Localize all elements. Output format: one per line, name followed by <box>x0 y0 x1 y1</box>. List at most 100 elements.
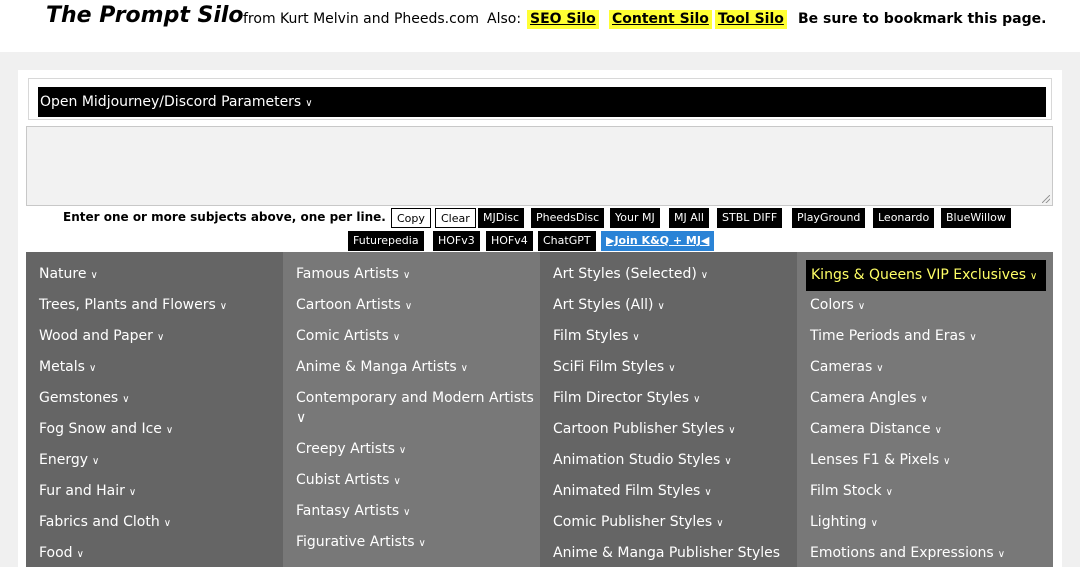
chevron-down-icon: ∨ <box>163 518 172 529</box>
chevron-down-icon: ∨ <box>393 476 401 487</box>
chevron-down-icon: ∨ <box>728 425 736 436</box>
chevron-down-icon: ∨ <box>418 538 426 549</box>
clear-button[interactable]: Clear <box>435 208 476 228</box>
chevron-down-icon: ∨ <box>657 301 665 312</box>
chevron-down-icon: ∨ <box>128 487 137 498</box>
site-title[interactable]: The Prompt Silo <box>46 3 244 28</box>
hofv3-button[interactable]: HOFv3 <box>433 231 480 251</box>
category-column-3: Art Styles (Selected) ∨ Art Styles (All) ∨… <box>540 252 797 567</box>
category-item[interactable]: Film Director Styles ∨ <box>553 390 700 406</box>
chevron-down-icon: ∨ <box>76 549 84 560</box>
category-item[interactable]: Figurative Artists ∨ <box>296 534 426 550</box>
mjdisc-button[interactable]: MJDisc <box>478 208 525 228</box>
site-header: The Prompt Silo from Kurt Melvin and Phe… <box>0 0 1080 52</box>
mj-all-button[interactable]: MJ All <box>669 208 709 228</box>
bookmark-notice: Be sure to bookmark this page. <box>798 11 1047 27</box>
join-kq-mj-button[interactable]: ▶Join K&Q + MJ◀ <box>601 231 715 251</box>
category-item[interactable]: Fabrics and Cloth ∨ <box>39 514 171 530</box>
category-item[interactable]: Wood and Paper ∨ <box>39 328 164 344</box>
chevron-down-icon: ∨ <box>997 549 1006 560</box>
category-item[interactable]: Animated Film Styles ∨ <box>553 483 712 499</box>
vip-exclusives-button[interactable]: Kings & Queens VIP Exclusives ∨ <box>806 260 1046 291</box>
category-item[interactable]: Film Stock ∨ <box>810 483 893 499</box>
category-item[interactable]: SciFi Film Styles ∨ <box>553 359 676 375</box>
chevron-down-icon: ∨ <box>90 270 98 281</box>
category-item[interactable]: Nature ∨ <box>39 266 98 282</box>
chevron-down-icon: ∨ <box>943 456 951 467</box>
site-byline: from Kurt Melvin and Pheeds.com <box>243 11 480 27</box>
category-item[interactable]: Animation Studio Styles ∨ <box>553 452 732 468</box>
category-item[interactable]: Art Styles (All) ∨ <box>553 297 665 313</box>
chevron-down-icon: ∨ <box>724 456 732 467</box>
your-mj-button[interactable]: Your MJ <box>610 208 660 228</box>
chevron-down-icon: ∨ <box>885 487 893 498</box>
chevron-down-icon: ∨ <box>402 270 411 281</box>
chevron-down-icon: ∨ <box>668 363 676 374</box>
category-item[interactable]: Energy ∨ <box>39 452 99 468</box>
resize-grip-icon[interactable] <box>1042 195 1050 203</box>
category-item[interactable]: Colors ∨ <box>810 297 865 313</box>
hofv4-button[interactable]: HOFv4 <box>486 231 533 251</box>
chevron-down-icon: ∨ <box>296 410 307 426</box>
chevron-down-icon: ∨ <box>305 98 313 109</box>
category-column-1: Nature ∨ Trees, Plants and Flowers ∨ Wood … <box>26 252 283 567</box>
chevron-down-icon: ∨ <box>219 301 228 312</box>
category-item[interactable]: Fog Snow and Ice ∨ <box>39 421 173 437</box>
chatgpt-button[interactable]: ChatGPT <box>538 231 596 251</box>
category-item[interactable]: Creepy Artists ∨ <box>296 441 406 457</box>
category-item[interactable]: Anime & Manga Artists ∨ <box>296 359 468 375</box>
category-item[interactable]: Famous Artists ∨ <box>296 266 410 282</box>
category-item[interactable]: Cameras ∨ <box>810 359 884 375</box>
content-silo-link[interactable]: Content Silo <box>609 10 712 29</box>
seo-silo-link[interactable]: SEO Silo <box>527 10 599 29</box>
category-item[interactable]: Lenses F1 & Pixels ∨ <box>810 452 950 468</box>
tool-silo-link[interactable]: Tool Silo <box>715 10 787 29</box>
chevron-down-icon: ∨ <box>693 394 701 405</box>
chevron-down-icon: ∨ <box>398 445 407 456</box>
category-item[interactable]: Fantasy Artists ∨ <box>296 503 410 519</box>
category-item[interactable]: Contemporary and Modern Artists <box>296 390 534 406</box>
category-item[interactable]: Comic Artists ∨ <box>296 328 400 344</box>
category-item[interactable]: Gemstones ∨ <box>39 390 130 406</box>
category-item[interactable]: Trees, Plants and Flowers ∨ <box>39 297 227 313</box>
category-item[interactable]: Cubist Artists ∨ <box>296 472 401 488</box>
chevron-down-icon: ∨ <box>392 332 401 343</box>
category-item[interactable]: Comic Publisher Styles ∨ <box>553 514 724 530</box>
pheedsdisc-button[interactable]: PheedsDisc <box>531 208 605 228</box>
prompt-panel: Open Midjourney/Discord Parameters ∨ Ente… <box>18 70 1062 567</box>
chevron-down-icon: ∨ <box>1030 271 1038 282</box>
category-item[interactable]: Cartoon Publisher Styles ∨ <box>553 421 736 437</box>
stbl-diff-button[interactable]: STBL DIFF <box>717 208 783 228</box>
chevron-down-icon: ∨ <box>460 363 468 374</box>
category-columns: Nature ∨ Trees, Plants and Flowers ∨ Wood … <box>26 252 1053 567</box>
category-item[interactable]: Food ∨ <box>39 545 84 561</box>
category-item[interactable]: Cartoon Artists ∨ <box>296 297 412 313</box>
subjects-textarea[interactable] <box>26 126 1053 206</box>
chevron-down-icon: ∨ <box>88 363 97 374</box>
category-item[interactable]: Camera Angles ∨ <box>810 390 928 406</box>
category-column-2: Famous Artists ∨ Cartoon Artists ∨ Comic A… <box>283 252 540 567</box>
category-item[interactable]: Film Styles ∨ <box>553 328 640 344</box>
bluewillow-button[interactable]: BlueWillow <box>941 208 1011 228</box>
category-item[interactable]: Emotions and Expressions ∨ <box>810 545 1005 561</box>
category-item[interactable]: Camera Distance ∨ <box>810 421 942 437</box>
chevron-down-icon: ∨ <box>632 332 640 343</box>
category-item[interactable]: Fur and Hair ∨ <box>39 483 136 499</box>
category-item[interactable]: Art Styles (Selected) ∨ <box>553 266 708 282</box>
category-item[interactable]: Lighting ∨ <box>810 514 878 530</box>
also-label: Also: <box>487 11 522 27</box>
copy-button[interactable]: Copy <box>391 208 431 228</box>
chevron-down-icon: ∨ <box>122 394 130 405</box>
leonardo-button[interactable]: Leonardo <box>873 208 935 228</box>
parameters-toggle[interactable]: Open Midjourney/Discord Parameters ∨ <box>38 87 1046 117</box>
subjects-instructions: Enter one or more subjects above, one pe… <box>63 210 386 224</box>
category-item[interactable]: Metals ∨ <box>39 359 96 375</box>
chevron-down-icon: ∨ <box>700 270 709 281</box>
futurepedia-button[interactable]: Futurepedia <box>348 231 424 251</box>
chevron-down-icon: ∨ <box>857 301 866 312</box>
chevron-down-icon: ∨ <box>870 518 878 529</box>
category-item[interactable]: Time Periods and Eras ∨ <box>810 328 977 344</box>
chevron-down-icon: ∨ <box>876 363 884 374</box>
playground-button[interactable]: PlayGround <box>792 208 866 228</box>
category-item[interactable]: Anime & Manga Publisher Styles <box>553 545 780 561</box>
